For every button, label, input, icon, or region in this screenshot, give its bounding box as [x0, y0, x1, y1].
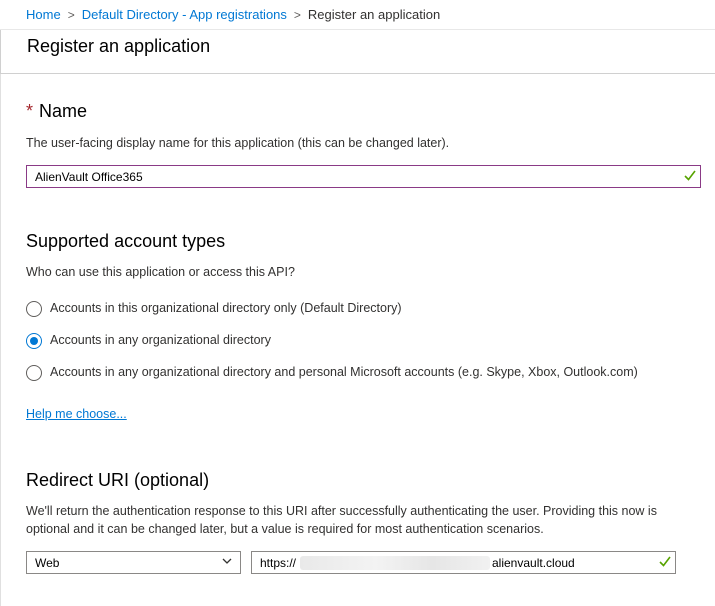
- redirect-uri-prefix: https://: [260, 556, 297, 570]
- radio-button-selected[interactable]: [26, 333, 42, 349]
- chevron-down-icon: [222, 558, 232, 564]
- name-section-label: Name: [39, 101, 88, 121]
- radio-label: Accounts in this organizational director…: [50, 301, 402, 315]
- redirect-uri-input[interactable]: https:// alienvault.cloud: [251, 551, 676, 574]
- redirect-uri-title: Redirect URI (optional): [26, 470, 210, 490]
- platform-select-value: Web: [35, 556, 60, 570]
- app-name-input[interactable]: AlienVault Office365: [26, 165, 701, 188]
- account-types-title: Supported account types: [26, 231, 226, 251]
- checkmark-icon: [659, 556, 671, 567]
- breadcrumb-directory-link[interactable]: Default Directory - App registrations: [82, 7, 287, 22]
- checkmark-icon: [684, 170, 696, 181]
- required-marker: *: [26, 101, 34, 121]
- radio-button[interactable]: [26, 365, 42, 381]
- chevron-right-icon: >: [293, 8, 301, 22]
- radio-button[interactable]: [26, 301, 42, 317]
- breadcrumb-home-link[interactable]: Home: [26, 7, 61, 22]
- breadcrumb: Home > Default Directory - App registratio…: [0, 0, 715, 30]
- radio-label: Accounts in any organizational directory…: [50, 365, 638, 379]
- name-description: The user-facing display name for this ap…: [26, 136, 450, 150]
- page-title: Register an application: [27, 36, 211, 56]
- platform-select[interactable]: Web: [26, 551, 241, 574]
- panel-left-border: [0, 74, 1, 606]
- account-types-description: Who can use this application or access t…: [26, 265, 295, 279]
- radio-label: Accounts in any organizational directory: [50, 333, 271, 347]
- chevron-right-icon: >: [67, 8, 75, 22]
- redacted-text: [300, 556, 490, 570]
- name-section-title: * Name: [26, 101, 87, 122]
- redirect-uri-suffix: alienvault.cloud: [492, 556, 575, 570]
- help-me-choose-link[interactable]: Help me choose...: [26, 407, 127, 421]
- page-header: Register an application: [0, 30, 715, 74]
- breadcrumb-current: Register an application: [307, 7, 441, 22]
- app-name-value: AlienVault Office365: [35, 170, 143, 184]
- redirect-uri-description: We'll return the authentication response…: [26, 504, 657, 536]
